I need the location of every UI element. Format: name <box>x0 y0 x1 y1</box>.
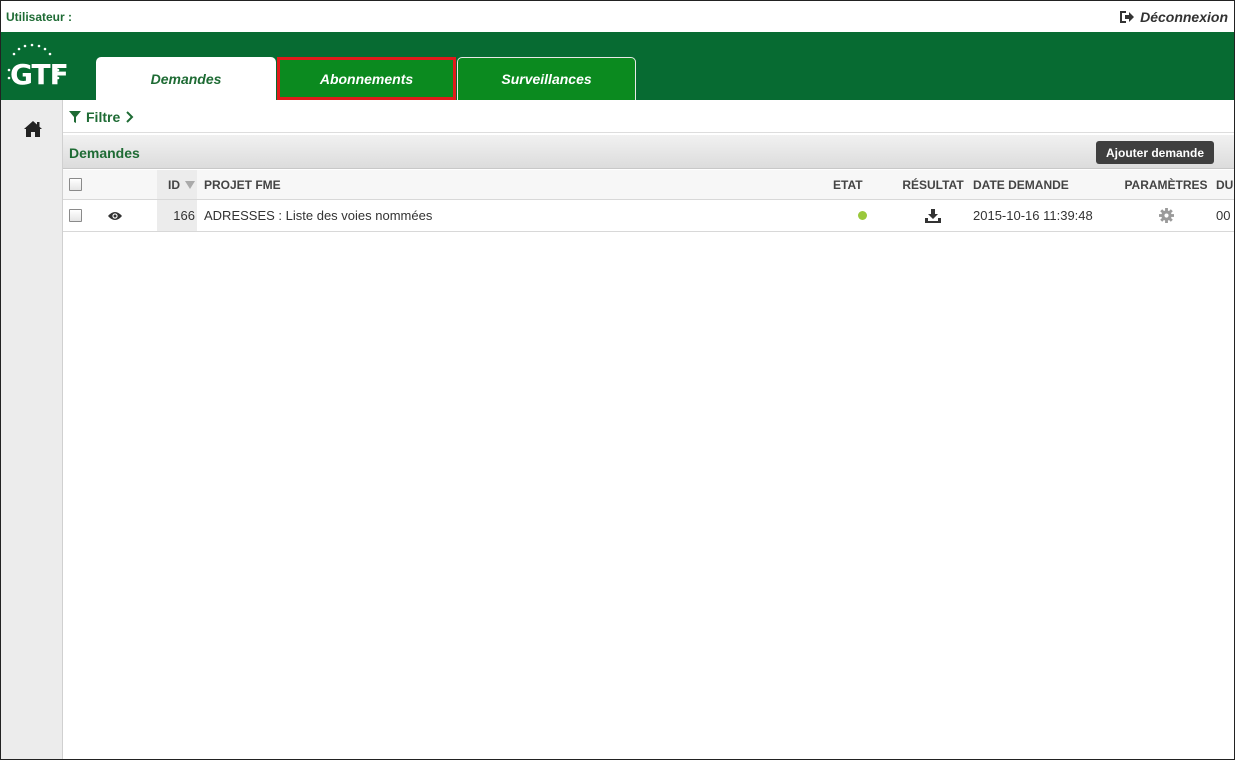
col-date-header[interactable]: DATE DEMANDE <box>973 170 1123 199</box>
status-dot <box>858 211 867 220</box>
col-id-header[interactable]: ID <box>157 170 197 199</box>
row-parametres <box>1121 200 1211 231</box>
tab-demandes[interactable]: Demandes <box>96 57 276 100</box>
funnel-icon <box>69 111 81 123</box>
row-date: 2015-10-16 11:39:48 <box>973 208 1093 223</box>
view-cell <box>108 200 138 231</box>
tab-surveillances[interactable]: Surveillances <box>457 57 636 100</box>
select-all-cell <box>69 170 99 199</box>
row-id: 166 <box>157 200 197 231</box>
table-row[interactable]: 166 ADRESSES : Liste des voies nommées 2… <box>63 200 1234 232</box>
gear-icon[interactable] <box>1158 208 1174 223</box>
select-all-checkbox[interactable] <box>69 178 82 191</box>
gtf-logo: GTF <box>6 40 69 95</box>
eye-icon[interactable] <box>108 211 122 221</box>
logout-icon <box>1120 11 1135 23</box>
add-request-button[interactable]: Ajouter demande <box>1095 141 1214 164</box>
panel-header: Demandes Ajouter demande <box>63 135 1234 169</box>
header-bar: GTF Demandes Abonnements Surveillances <box>1 32 1234 100</box>
col-parametres-header[interactable]: PARAMÈTRES <box>1121 170 1211 199</box>
col-etat-header[interactable]: ETAT <box>833 170 893 199</box>
panel-title: Demandes <box>69 145 140 161</box>
tab-label: Demandes <box>150 70 222 87</box>
col-projet-header[interactable]: PROJET FME <box>204 170 824 199</box>
tab-abonnements[interactable]: Abonnements <box>277 57 456 100</box>
row-etat <box>833 200 893 231</box>
row-du: 00 <box>1216 208 1231 223</box>
row-select-cell <box>69 200 99 231</box>
requests-table: ID PROJET FME ETAT RÉSULTAT DATE DEMANDE… <box>63 170 1234 232</box>
tab-label: Abonnements <box>319 70 414 87</box>
user-label: Utilisateur : <box>6 10 73 24</box>
logout-label: Déconnexion <box>1140 9 1228 25</box>
chevron-right-icon <box>126 111 134 123</box>
row-resultat <box>898 200 968 231</box>
tab-label: Surveillances <box>501 71 592 87</box>
table-header-row: ID PROJET FME ETAT RÉSULTAT DATE DEMANDE… <box>63 170 1234 200</box>
sort-desc-icon <box>185 180 195 189</box>
row-checkbox[interactable] <box>69 209 82 222</box>
logo-text: GTF <box>10 58 69 91</box>
filter-bar: Filtre <box>63 100 1234 133</box>
sidebar <box>1 100 63 759</box>
filter-label: Filtre <box>86 109 121 125</box>
col-id-label: ID <box>168 177 180 192</box>
col-du-header[interactable]: DU <box>1216 170 1234 199</box>
filter-toggle[interactable]: Filtre <box>69 109 135 125</box>
user-bar: Utilisateur : Déconnexion <box>1 1 1234 32</box>
home-icon[interactable] <box>23 120 43 138</box>
download-icon[interactable] <box>925 208 941 223</box>
logout-link[interactable]: Déconnexion <box>1119 9 1228 25</box>
col-resultat-header[interactable]: RÉSULTAT <box>898 170 968 199</box>
row-projet: ADRESSES : Liste des voies nommées <box>204 208 433 223</box>
